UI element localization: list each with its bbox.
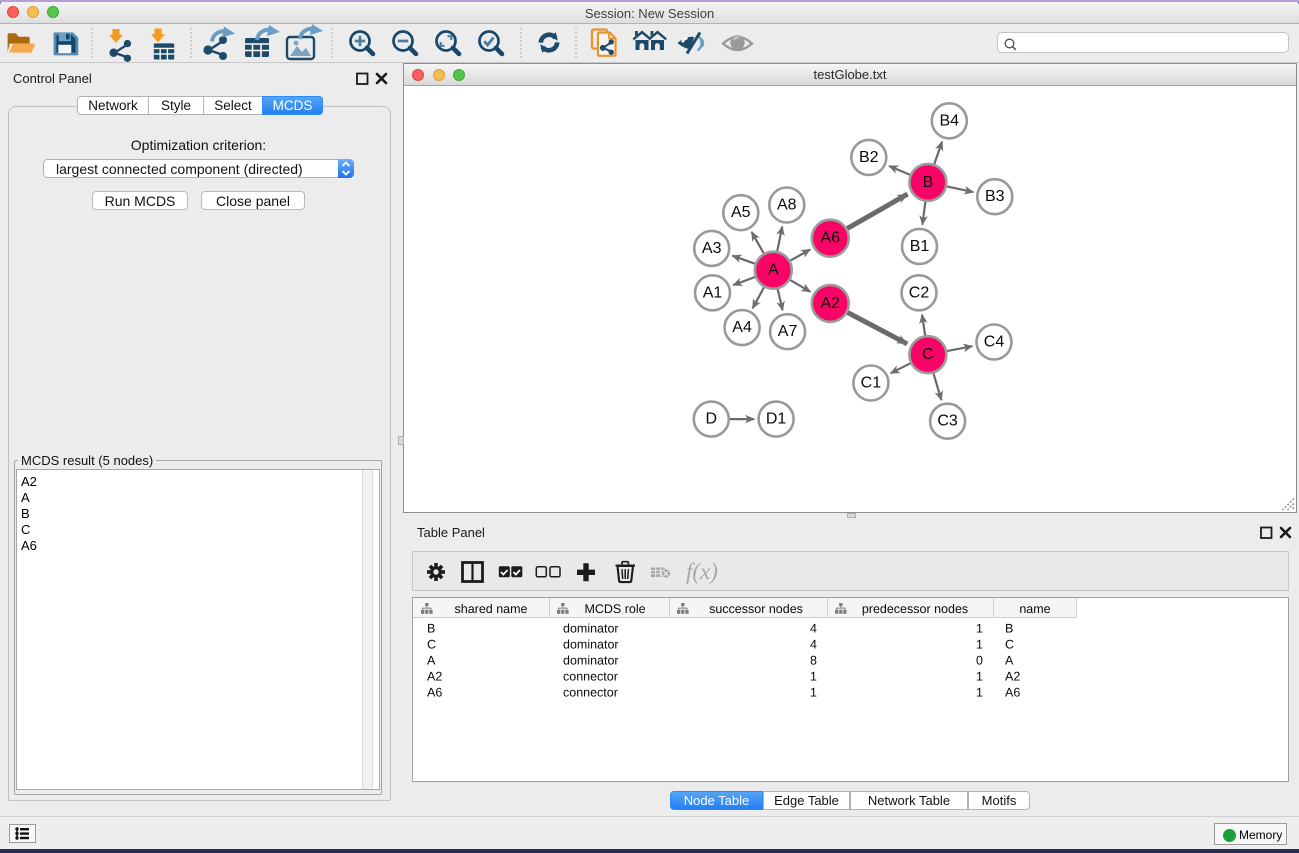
svg-text:8: 8 bbox=[810, 654, 817, 668]
svg-text:4: 4 bbox=[810, 638, 817, 652]
svg-text:4: 4 bbox=[810, 622, 817, 636]
svg-text:C3: C3 bbox=[937, 413, 958, 430]
svg-text:C2: C2 bbox=[909, 284, 930, 301]
svg-text:connector: connector bbox=[563, 686, 618, 700]
svg-text:A2: A2 bbox=[427, 670, 442, 684]
svg-text:B: B bbox=[427, 622, 435, 636]
svg-text:1: 1 bbox=[976, 622, 983, 636]
svg-text:f(x): f(x) bbox=[686, 559, 718, 584]
svg-text:dominator: dominator bbox=[563, 622, 619, 636]
svg-text:A6: A6 bbox=[1005, 686, 1020, 700]
svg-text:name: name bbox=[1019, 602, 1050, 616]
svg-text:C1: C1 bbox=[861, 375, 882, 392]
svg-text:shared name: shared name bbox=[455, 602, 528, 616]
svg-text:A4: A4 bbox=[732, 319, 752, 336]
svg-text:dominator: dominator bbox=[563, 654, 619, 668]
svg-text:B: B bbox=[1005, 622, 1013, 636]
svg-text:1: 1 bbox=[810, 686, 817, 700]
svg-text:C: C bbox=[1005, 638, 1014, 652]
svg-text:1: 1 bbox=[976, 638, 983, 652]
svg-text:1: 1 bbox=[976, 686, 983, 700]
svg-text:A: A bbox=[768, 262, 779, 279]
svg-text:1: 1 bbox=[810, 670, 817, 684]
svg-text:B4: B4 bbox=[940, 112, 960, 129]
svg-text:A5: A5 bbox=[731, 204, 751, 221]
svg-text:C: C bbox=[922, 346, 934, 363]
svg-text:C4: C4 bbox=[984, 334, 1005, 351]
svg-text:B2: B2 bbox=[859, 149, 879, 166]
svg-text:D: D bbox=[706, 411, 718, 428]
svg-text:connector: connector bbox=[563, 670, 618, 684]
svg-text:A2: A2 bbox=[1005, 670, 1020, 684]
svg-text:A: A bbox=[1005, 654, 1014, 668]
svg-text:MCDS role: MCDS role bbox=[584, 602, 645, 616]
svg-text:A3: A3 bbox=[702, 240, 722, 257]
svg-text:A1: A1 bbox=[703, 284, 723, 301]
svg-text:A2: A2 bbox=[821, 295, 841, 312]
svg-text:A7: A7 bbox=[778, 323, 798, 340]
svg-text:A: A bbox=[427, 654, 436, 668]
svg-text:0: 0 bbox=[976, 654, 983, 668]
svg-text:C: C bbox=[427, 638, 436, 652]
svg-text:B3: B3 bbox=[985, 188, 1005, 205]
svg-text:dominator: dominator bbox=[563, 638, 619, 652]
svg-text:1: 1 bbox=[976, 670, 983, 684]
svg-text:B: B bbox=[923, 174, 934, 191]
svg-text:A8: A8 bbox=[777, 197, 797, 214]
svg-text:successor nodes: successor nodes bbox=[709, 602, 803, 616]
svg-text:A6: A6 bbox=[427, 686, 442, 700]
svg-text:B1: B1 bbox=[910, 238, 930, 255]
svg-text:A6: A6 bbox=[821, 230, 841, 247]
svg-text:predecessor nodes: predecessor nodes bbox=[862, 602, 968, 616]
svg-text:D1: D1 bbox=[766, 411, 787, 428]
